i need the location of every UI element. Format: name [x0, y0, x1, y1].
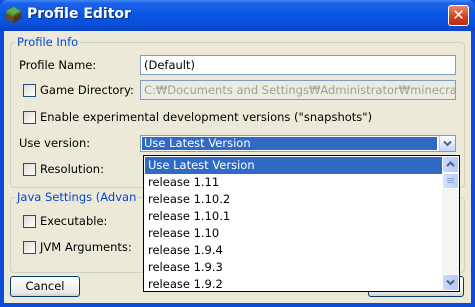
version-dropdown-list[interactable]: Use Latest Version release 1.11 release 1.… — [143, 155, 460, 292]
version-option[interactable]: release 1.9.3 — [145, 259, 442, 276]
window-title: Profile Editor — [27, 6, 131, 22]
java-settings-group-title: Java Settings (Advan — [15, 190, 139, 204]
dialog-client-area: Profile Info Profile Name: (Default) Gam… — [4, 31, 471, 303]
game-directory-label: Game Directory: — [40, 83, 134, 97]
profile-editor-window: Profile Editor ✕ Profile Info Profile Na… — [0, 0, 475, 307]
executable-label: Executable: — [40, 214, 108, 228]
jvm-arguments-checkbox[interactable] — [23, 241, 36, 254]
resolution-label: Resolution: — [40, 162, 104, 176]
version-option[interactable]: release 1.10 — [145, 225, 442, 242]
version-option[interactable]: release 1.9.2 — [145, 276, 442, 291]
close-icon: ✕ — [452, 6, 465, 24]
profile-name-input[interactable]: (Default) — [140, 55, 456, 75]
snapshots-label: Enable experimental development versions… — [40, 110, 373, 124]
jvm-arguments-label: JVM Arguments: — [40, 240, 132, 254]
profile-name-label: Profile Name: — [19, 58, 97, 72]
grip-icon — [447, 178, 454, 183]
scroll-up-button[interactable] — [442, 156, 459, 173]
profile-info-group-title: Profile Info — [15, 35, 81, 49]
minecraft-grass-block-icon — [6, 7, 21, 23]
use-version-selected-value: Use Latest Version — [142, 137, 437, 150]
game-directory-checkbox[interactable] — [23, 84, 36, 97]
chevron-up-icon — [446, 161, 455, 167]
dropdown-scrollbar[interactable] — [442, 156, 459, 291]
resolution-checkbox[interactable] — [23, 163, 36, 176]
version-option[interactable]: release 1.11 — [145, 174, 442, 191]
close-button[interactable]: ✕ — [448, 5, 469, 26]
version-option[interactable]: release 1.10.1 — [145, 208, 442, 225]
title-bar[interactable]: Profile Editor ✕ — [0, 0, 475, 31]
scroll-down-button[interactable] — [442, 274, 459, 291]
version-option[interactable]: release 1.9.4 — [145, 242, 442, 259]
version-option[interactable]: release 1.10.2 — [145, 191, 442, 208]
cancel-button[interactable]: Cancel — [10, 276, 80, 297]
scroll-thumb[interactable] — [442, 173, 459, 189]
chevron-down-icon — [446, 279, 455, 286]
snapshots-checkbox[interactable] — [23, 111, 36, 124]
chevron-down-icon[interactable] — [439, 136, 455, 151]
game-directory-input[interactable]: C:₩Documents and Settings₩Administrator₩… — [140, 80, 456, 100]
executable-checkbox[interactable] — [23, 215, 36, 228]
version-option[interactable]: Use Latest Version — [145, 157, 442, 174]
use-version-select[interactable]: Use Latest Version — [140, 135, 456, 152]
use-version-label: Use version: — [19, 136, 91, 150]
